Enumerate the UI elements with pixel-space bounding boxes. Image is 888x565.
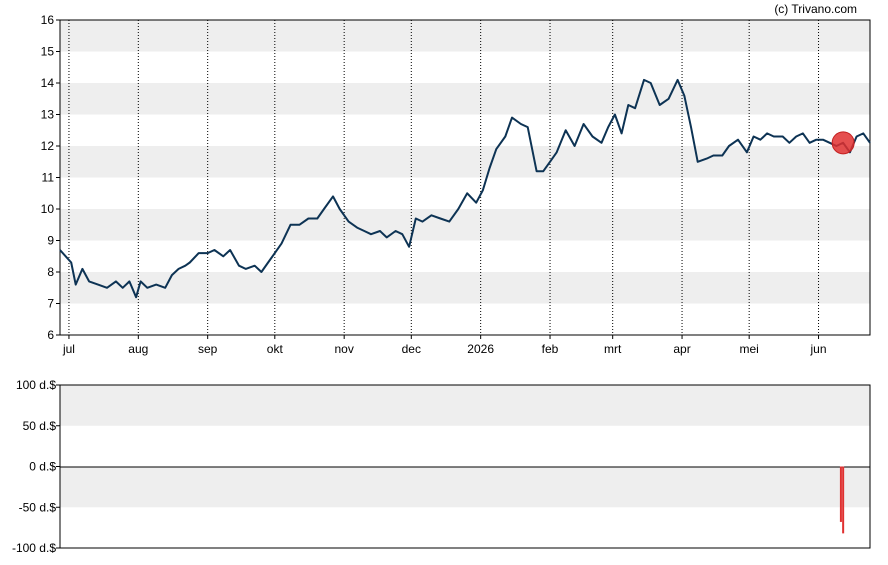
x-tick-label: mei <box>739 342 758 356</box>
y-tick-label: 15 <box>41 45 55 59</box>
y-tick-label: 6 <box>47 328 54 342</box>
y-tick-label: 7 <box>47 297 54 311</box>
event-marker <box>831 131 855 155</box>
price-grid-bands <box>60 20 870 304</box>
volume-band <box>60 385 870 426</box>
y-tick-label: 14 <box>41 76 55 90</box>
price-band <box>60 83 870 115</box>
volume-grid-bands <box>60 385 870 508</box>
volume-y-tick-label: -100 d.$ <box>12 541 56 555</box>
x-tick-label: mrt <box>604 342 622 356</box>
x-tick-label: 2026 <box>467 342 494 356</box>
volume-y-tick-label: 100 d.$ <box>16 378 56 392</box>
volume-y-axis: 100 d.$ 50 d.$ 0 d.$ -50 d.$ -100 d.$ <box>12 378 60 555</box>
y-tick-label: 12 <box>41 139 55 153</box>
y-tick-label: 8 <box>47 265 54 279</box>
x-tick-label: apr <box>673 342 690 356</box>
price-chart: 6 7 8 9 10 11 12 13 14 15 16 jul aug sep okt nov dec 202… <box>41 13 871 356</box>
y-tick-label: 9 <box>47 234 54 248</box>
volume-y-tick-label: 50 d.$ <box>23 419 57 433</box>
y-tick-label: 16 <box>41 13 55 27</box>
price-band <box>60 20 870 52</box>
credit-text: (c) Trivano.com <box>774 2 857 16</box>
volume-band <box>60 466 870 508</box>
x-tick-label: sep <box>198 342 218 356</box>
price-x-axis: jul aug sep okt nov dec 2026 feb mrt apr mei jun <box>62 335 827 356</box>
price-band <box>60 272 870 304</box>
x-tick-label: dec <box>402 342 421 356</box>
x-tick-label: feb <box>542 342 559 356</box>
chart-root: (c) Trivano.com 6 7 8 9 10 11 12 13 14 15 16 jul au… <box>12 2 871 555</box>
price-markers <box>831 131 855 155</box>
x-tick-label: nov <box>334 342 353 356</box>
x-tick-label: jul <box>62 342 75 356</box>
volume-y-tick-label: -50 d.$ <box>19 500 57 514</box>
y-tick-label: 13 <box>41 108 55 122</box>
price-band <box>60 209 870 241</box>
x-tick-label: okt <box>267 342 284 356</box>
volume-y-tick-label: 0 d.$ <box>29 460 56 474</box>
y-tick-label: 11 <box>42 171 55 185</box>
x-tick-label: aug <box>128 342 148 356</box>
price-y-axis: 6 7 8 9 10 11 12 13 14 15 16 <box>41 13 60 342</box>
volume-chart: 100 d.$ 50 d.$ 0 d.$ -50 d.$ -100 d.$ <box>12 378 871 555</box>
x-tick-label: jun <box>810 342 827 356</box>
y-tick-label: 10 <box>41 202 55 216</box>
